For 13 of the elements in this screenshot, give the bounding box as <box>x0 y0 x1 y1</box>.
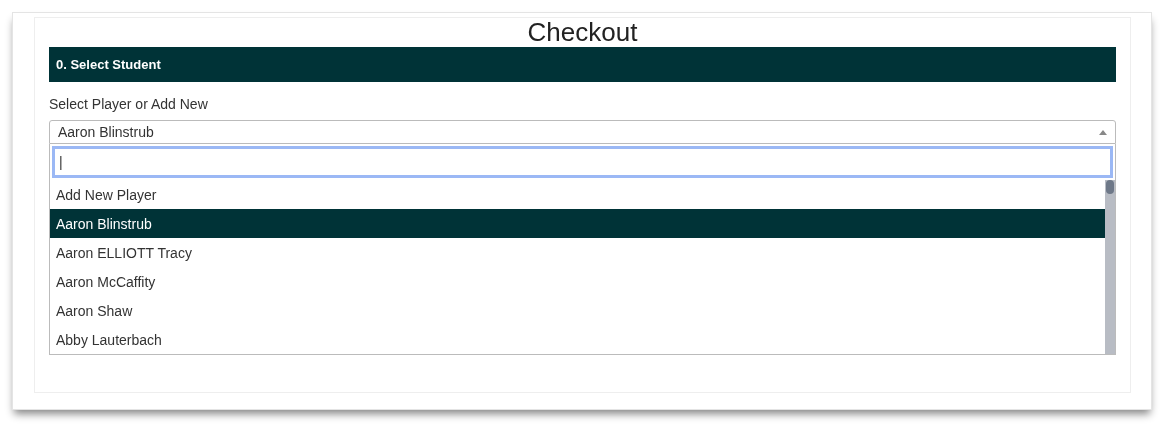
player-option[interactable]: Aaron ELLIOTT Tracy <box>50 238 1105 267</box>
player-option[interactable]: Aaron Shaw <box>50 296 1105 325</box>
player-option[interactable]: Add New Player <box>50 180 1105 209</box>
player-option[interactable]: Aaron McCaffity <box>50 267 1105 296</box>
search-field[interactable]: | <box>52 146 1113 178</box>
player-option[interactable]: Abby Lauterbach <box>50 325 1105 354</box>
field-label: Select Player or Add New <box>49 96 209 112</box>
player-option[interactable]: Aaron Blinstrub <box>50 209 1105 238</box>
page-title: Checkout <box>526 18 639 46</box>
player-select[interactable]: Aaron Blinstrub <box>49 120 1116 144</box>
caret-icon <box>1099 129 1107 135</box>
section-header: 0. Select Student <box>49 47 1116 82</box>
scrollbar[interactable] <box>1105 180 1115 354</box>
